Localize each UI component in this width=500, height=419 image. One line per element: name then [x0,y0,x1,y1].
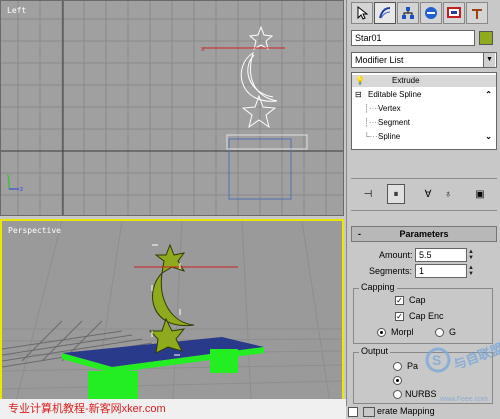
chevron-down-icon: ⌄ [485,132,492,141]
stack-item-spline[interactable]: └···· Spline ⌄ [352,131,496,143]
lightbulb-icon[interactable]: 💡 [355,75,365,87]
cap-start-label: Cap [409,295,426,305]
svg-text:y: y [7,174,10,180]
modify-tab[interactable] [374,2,396,24]
patch-radio[interactable] [393,362,402,371]
grid-radio[interactable] [435,328,444,337]
stack-item-editable-spline[interactable]: ⊟ Editable Spline ⌃ [352,89,496,101]
amount-spinner[interactable]: ▲ ▼ [467,249,475,261]
svg-text:z: z [20,187,23,193]
make-unique-button[interactable]: ∀ [419,184,437,204]
segments-label: Segments: [369,266,413,276]
perspective-viewport[interactable]: Perspective [0,219,344,419]
extruded-star-moon [148,243,195,354]
stack-item-label: Segment [378,118,411,127]
left-viewport[interactable]: x y z Left [0,0,344,216]
amount-input[interactable]: 5.5 [415,248,467,262]
cap-end-checkbox[interactable]: ✓ [395,312,404,321]
stack-item-segment[interactable]: ┊···· Segment [352,117,496,129]
collapse-sign: - [358,229,361,239]
output-title: Output [359,346,391,356]
morph-radio[interactable] [377,328,386,337]
modifier-list-dropdown[interactable]: Modifier List ▼ [351,52,497,68]
generate-mapping-row[interactable]: erate Mapping [346,406,500,419]
svg-text:S: S [432,352,441,368]
svg-text:x: x [201,46,205,53]
mesh-radio[interactable] [393,376,402,385]
grid-label: G [449,327,457,337]
stack-item-label: Vertex [378,104,401,113]
parameters-rollout-header[interactable]: - Parameters [351,226,497,242]
small-icon [362,407,375,417]
motion-tab[interactable] [420,2,442,24]
watermark-url: www.Feee.com [440,396,488,403]
show-end-result-icon: ⏸ [393,188,399,200]
hierarchy-tab[interactable] [397,2,419,24]
star-moon-shape [240,25,278,129]
show-end-result-button[interactable]: ⏸ [387,184,405,204]
configure-sets-icon: ▣ [475,188,485,200]
left-viewport-grid: x y z [1,1,343,215]
modifier-stack[interactable]: 💡 Extrude ⊟ Editable Spline ⌃ ┊···· Vert… [351,72,497,150]
cap-end-label: Cap Enc [409,311,444,321]
collapse-icon[interactable]: ⊟ [355,89,362,101]
object-color-swatch[interactable] [479,31,493,45]
generate-mapping-checkbox[interactable] [348,407,358,417]
configure-sets-button[interactable]: ▣ [471,184,489,204]
make-unique-icon: ∀ [424,188,432,200]
stack-item-label: Spline [378,132,401,141]
amount-label: Amount: [379,250,413,260]
create-tab[interactable] [351,2,373,24]
modifier-list-value: Modifier List [355,55,404,65]
modify-icon [379,7,391,19]
perspective-viewport-label[interactable]: Perspective [8,226,61,235]
pin-stack-icon: ⊣ [363,188,373,200]
nurbs-radio[interactable] [393,390,402,399]
display-tab[interactable] [443,2,465,24]
stack-item-extrude[interactable]: 💡 Extrude [352,75,496,87]
stack-item-vertex[interactable]: ┊···· Vertex [352,103,496,115]
pin-stack-button[interactable]: ⊣ [359,184,377,204]
motion-icon [425,7,437,19]
create-icon [357,6,369,20]
utilities-icon [472,9,482,19]
chevron-up-icon: ⌃ [485,90,492,99]
segments-spinner[interactable]: ▲ ▼ [467,265,475,277]
footer-caption: 专业计算机教程-新客网xker.com [0,399,346,419]
stack-item-label: Editable Spline [368,90,422,99]
display-icon [447,7,461,18]
perspective-viewport-scene [2,221,342,417]
morph-label: Morpl [391,327,414,337]
patch-label: Pa [407,361,419,371]
utilities-tab[interactable] [466,2,488,24]
segments-input[interactable]: 1 [415,264,467,278]
object-name-field[interactable]: Star01 [351,30,475,46]
capping-title: Capping [359,282,397,292]
left-viewport-label[interactable]: Left [7,6,26,15]
stack-item-label: Extrude [392,76,420,85]
remove-modifier-icon: ♁ [444,188,452,200]
chevron-down-icon[interactable]: ▼ [483,53,495,67]
remove-modifier-button[interactable]: ♁ [439,184,457,204]
cap-start-checkbox[interactable]: ✓ [395,296,404,305]
hierarchy-icon [402,7,414,19]
generate-mapping-label: erate Mapping [377,406,435,416]
rollout-title: Parameters [399,229,449,239]
